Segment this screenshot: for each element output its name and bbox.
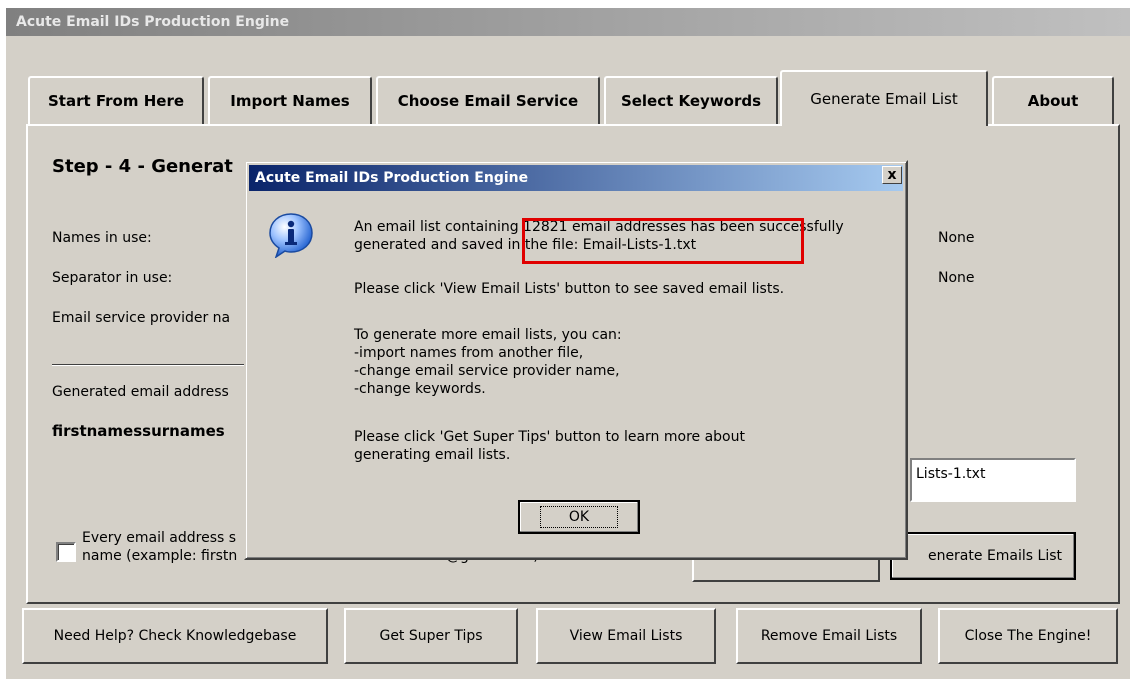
generated-label: Generated email address xyxy=(52,384,229,400)
super-tips-button[interactable]: Get Super Tips xyxy=(344,608,518,664)
message-line-4: To generate more email lists, you can: xyxy=(354,327,622,343)
names-value: None xyxy=(938,230,975,246)
view-email-lists-button[interactable]: View Email Lists xyxy=(536,608,716,664)
dialog-close-button[interactable]: x xyxy=(882,166,902,184)
names-label: Names in use: xyxy=(52,230,152,246)
separator-value: None xyxy=(938,270,975,286)
info-icon xyxy=(268,212,314,259)
divider xyxy=(52,364,252,366)
tab-generate-email-list[interactable]: Generate Email List xyxy=(780,70,988,126)
highlight-annotation xyxy=(522,218,804,264)
generated-sample: firstnamessurnames xyxy=(52,422,225,440)
close-icon: x xyxy=(887,167,897,183)
window-title: Acute Email IDs Production Engine xyxy=(6,8,1130,36)
tab-start-from-here[interactable]: Start From Here xyxy=(28,76,204,124)
checkbox-label-line2: name (example: firstn xyxy=(82,548,238,564)
knowledgebase-button[interactable]: Need Help? Check Knowledgebase xyxy=(22,608,328,664)
ok-label: OK xyxy=(539,506,619,528)
close-engine-button[interactable]: Close The Engine! xyxy=(938,608,1118,664)
separator-label: Separator in use: xyxy=(52,270,173,286)
dialog-title: Acute Email IDs Production Engine xyxy=(249,165,903,191)
remove-email-lists-button[interactable]: Remove Email Lists xyxy=(736,608,922,664)
tab-select-keywords[interactable]: Select Keywords xyxy=(604,76,778,124)
filename-field[interactable]: Lists-1.txt xyxy=(910,458,1076,502)
checkbox-label-line1: Every email address s xyxy=(82,530,237,546)
message-line-3: Please click 'View Email Lists' button t… xyxy=(354,281,785,297)
generate-emails-button[interactable]: enerate Emails List xyxy=(890,532,1076,580)
unique-address-checkbox[interactable] xyxy=(56,542,76,562)
step-title: Step - 4 - Generat xyxy=(52,156,233,177)
ok-button[interactable]: OK xyxy=(518,500,640,534)
message-line-9: generating email lists. xyxy=(354,447,511,463)
message-line-8: Please click 'Get Super Tips' button to … xyxy=(354,429,745,445)
provider-label: Email service provider na xyxy=(52,310,231,326)
tab-choose-email-service[interactable]: Choose Email Service xyxy=(376,76,600,124)
tab-about[interactable]: About xyxy=(992,76,1114,124)
tab-import-names[interactable]: Import Names xyxy=(208,76,372,124)
info-dialog: Acute Email IDs Production Engine x An e… xyxy=(244,160,908,560)
message-line-6: -change email service provider name, xyxy=(354,363,620,379)
message-line-7: -change keywords. xyxy=(354,381,486,397)
message-line-5: -import names from another file, xyxy=(354,345,584,361)
